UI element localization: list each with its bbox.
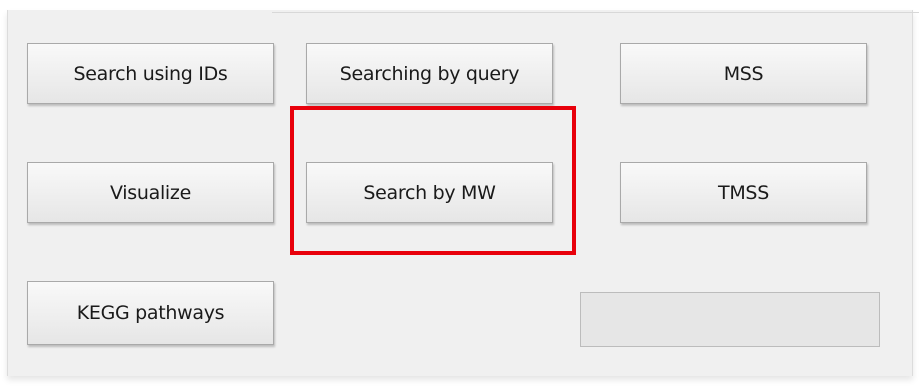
kegg-pathways-button[interactable]: KEGG pathways <box>27 281 274 345</box>
progress-bar <box>580 292 880 347</box>
highlight-box <box>290 106 576 255</box>
search-using-ids-button[interactable]: Search using IDs <box>27 43 274 104</box>
mss-button[interactable]: MSS <box>620 43 867 104</box>
tmss-button[interactable]: TMSS <box>620 162 867 223</box>
visualize-button[interactable]: Visualize <box>27 162 274 223</box>
screenshot-stage: Search using IDs Searching by query MSS … <box>0 0 919 390</box>
panel-top-edge <box>272 12 919 13</box>
searching-by-query-button[interactable]: Searching by query <box>306 43 553 104</box>
